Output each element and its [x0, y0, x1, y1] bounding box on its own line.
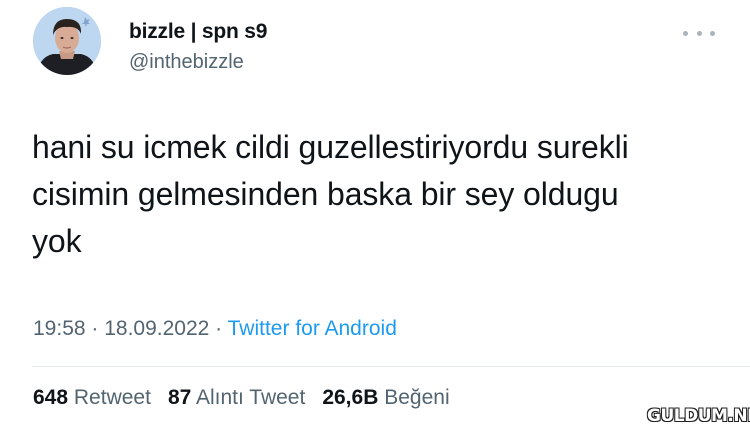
- tweet-source-link[interactable]: Twitter for Android: [228, 317, 397, 340]
- tweet-time[interactable]: 19:58: [33, 317, 86, 340]
- watermark-logo: GULDUM.NET: [647, 406, 750, 426]
- tweet-text-line: hani su icmek cildi guzellestiriyordu su…: [32, 129, 629, 165]
- tweet-text: hani su icmek cildi guzellestiriyordu su…: [32, 124, 722, 265]
- retweet-label: Retweet: [73, 386, 151, 409]
- quote-tweet-count-link[interactable]: 87 Alıntı Tweet: [168, 386, 305, 410]
- more-horizontal-icon: [696, 30, 702, 36]
- quote-tweet-label: Alıntı Tweet: [195, 386, 306, 409]
- quote-tweet-count: 87: [167, 386, 192, 409]
- display-name[interactable]: bizzle | spn s9: [129, 20, 267, 44]
- more-horizontal-icon: [683, 30, 688, 36]
- meta-separator: ·: [85, 317, 105, 340]
- tweet-meta: 19:58 · 18.09.2022 · Twitter for Android: [33, 317, 397, 341]
- tweet-text-line: yok: [32, 223, 82, 259]
- retweet-count-link[interactable]: 648 Retweet: [33, 386, 151, 410]
- engagement-stats: 648 Retweet 87 Alıntı Tweet 26,6B Beğeni: [33, 386, 450, 410]
- like-count: 26,6B: [322, 386, 379, 409]
- avatar[interactable]: [33, 7, 101, 75]
- tweet-date[interactable]: 18.09.2022: [104, 317, 209, 340]
- retweet-count: 648: [33, 386, 69, 409]
- tweet-text-line: cisimin gelmesinden baska bir sey oldugu: [32, 176, 619, 212]
- meta-separator: ·: [209, 317, 228, 340]
- more-options-button[interactable]: [683, 24, 715, 42]
- like-label: Beğeni: [384, 386, 450, 409]
- divider: [32, 366, 750, 367]
- more-horizontal-icon: [710, 30, 715, 36]
- like-count-link[interactable]: 26,6B Beğeni: [322, 386, 449, 410]
- avatar-photo: [33, 7, 101, 75]
- username-handle[interactable]: @inthebizzle: [129, 51, 244, 74]
